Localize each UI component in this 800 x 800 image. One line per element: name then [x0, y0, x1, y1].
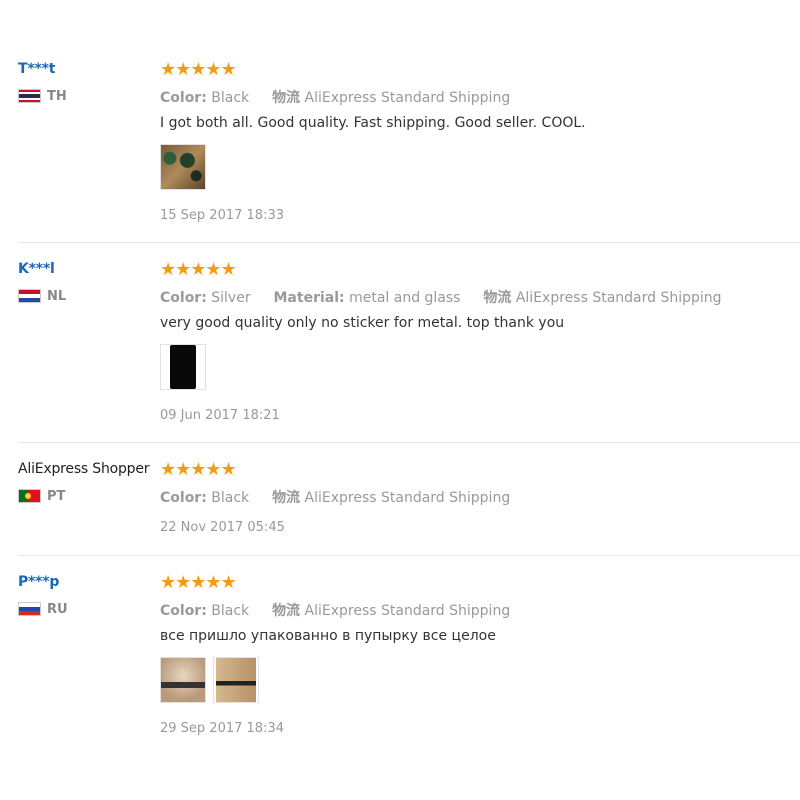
attr-value: Black: [211, 603, 250, 619]
attr-value: Black: [211, 490, 250, 506]
country-code: PT: [47, 488, 66, 504]
review-photo-thumbnail[interactable]: [160, 657, 206, 703]
review-divider: [18, 555, 800, 556]
package-photo: [216, 658, 256, 702]
review-date: 22 Nov 2017 05:45: [160, 520, 285, 535]
attr-value: AliExpress Standard Shipping: [304, 490, 511, 506]
phone-photo: [170, 345, 196, 389]
review-attributes: Color: Black 物流 AliExpress Standard Ship…: [160, 600, 510, 620]
attr-value: Silver: [211, 290, 251, 306]
attr-value: AliExpress Standard Shipping: [515, 290, 722, 306]
country-code: NL: [47, 288, 67, 304]
flag-netherlands-icon: [18, 289, 41, 303]
rating-stars: ★★★★★: [160, 572, 237, 593]
rating-stars: ★★★★★: [160, 459, 237, 480]
flag-portugal-icon: [18, 489, 41, 503]
attr-key: Material:: [273, 290, 345, 306]
review-photos: [160, 344, 206, 390]
rating-stars: ★★★★★: [160, 59, 237, 80]
review-date: 15 Sep 2017 18:33: [160, 208, 284, 223]
reviewer-country: TH: [18, 88, 67, 104]
reviewer-country: RU: [18, 601, 68, 617]
review-divider: [18, 442, 800, 443]
flag-russia-icon: [18, 602, 41, 616]
country-code: TH: [47, 88, 67, 104]
reviewer-country: NL: [18, 288, 66, 304]
attr-key: 物流: [272, 490, 301, 506]
review-date: 29 Sep 2017 18:34: [160, 721, 284, 736]
country-code: RU: [47, 601, 68, 617]
attr-key: Color:: [160, 490, 207, 506]
nails-photo: [161, 145, 205, 189]
review-attributes: Color: Black 物流 AliExpress Standard Ship…: [160, 87, 510, 107]
review-text: very good quality only no sticker for me…: [160, 315, 565, 331]
attr-key: Color:: [160, 290, 207, 306]
reviewer-name[interactable]: P***p: [18, 574, 59, 590]
review-photo-thumbnail[interactable]: [160, 344, 206, 390]
reviewer-country: PT: [18, 488, 65, 504]
attr-value: AliExpress Standard Shipping: [304, 90, 511, 106]
review-photos: [160, 657, 259, 703]
review-attributes: Color: Silver Material: metal and glass …: [160, 287, 722, 307]
attr-key: Color:: [160, 603, 207, 619]
reviewer-name[interactable]: T***t: [18, 61, 55, 77]
review-attributes: Color: Black 物流 AliExpress Standard Ship…: [160, 487, 510, 507]
review-date: 09 Jun 2017 18:21: [160, 408, 280, 423]
review-text: I got both all. Good quality. Fast shipp…: [160, 115, 586, 131]
rating-stars: ★★★★★: [160, 259, 237, 280]
review-photos: [160, 144, 206, 190]
review-photo-thumbnail[interactable]: [160, 144, 206, 190]
attr-key: 物流: [272, 90, 301, 106]
package-photo: [161, 658, 205, 702]
review-photo-thumbnail[interactable]: [213, 657, 259, 703]
flag-thailand-icon: [18, 89, 41, 103]
reviewer-name[interactable]: K***l: [18, 261, 55, 277]
attr-key: 物流: [272, 603, 301, 619]
attr-value: AliExpress Standard Shipping: [304, 603, 511, 619]
attr-key: 物流: [483, 290, 512, 306]
reviewer-name: AliExpress Shopper: [18, 461, 150, 477]
review-text: все пришло упакованно в пупырку все цело…: [160, 628, 496, 644]
attr-value: Black: [211, 90, 250, 106]
attr-value: metal and glass: [349, 290, 461, 306]
review-divider: [18, 242, 800, 243]
attr-key: Color:: [160, 90, 207, 106]
